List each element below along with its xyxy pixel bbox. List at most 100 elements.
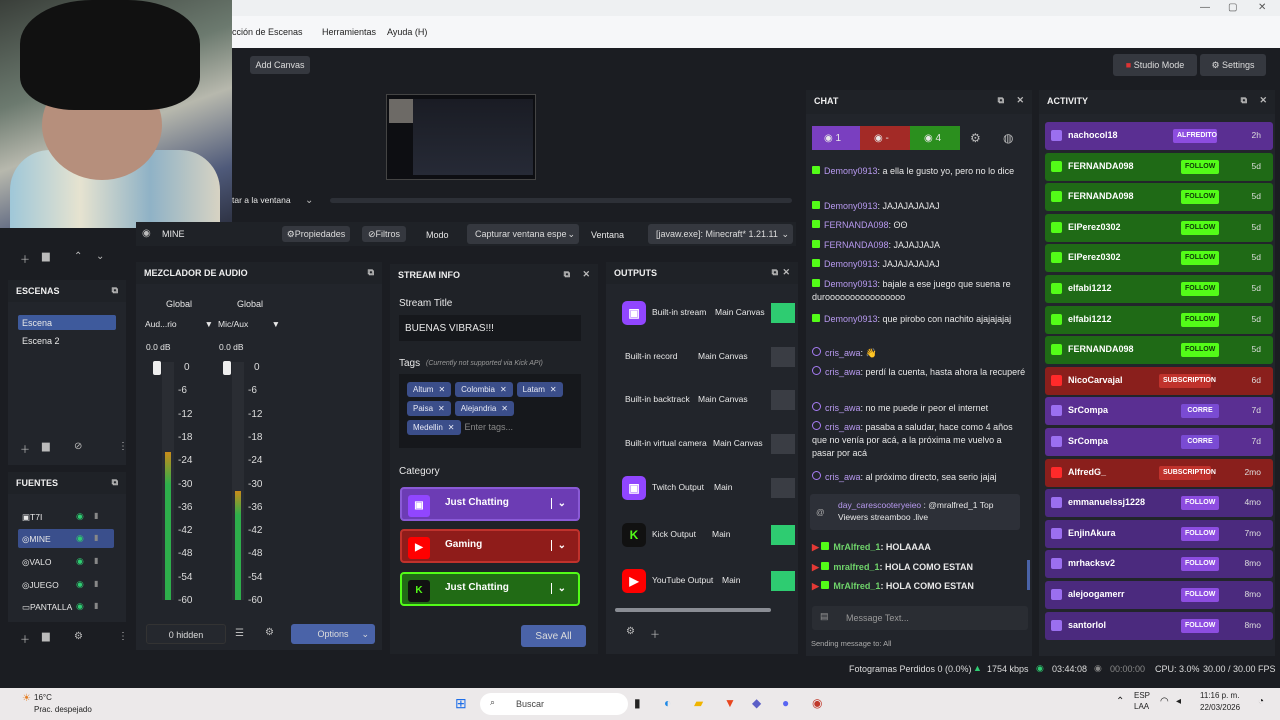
activity-row[interactable]: NicoCarvajal SUBSCRIPTION 6d (1045, 366, 1273, 395)
close-icon[interactable]: ✕ (438, 385, 445, 394)
add-icon[interactable]: ＋ (650, 626, 660, 641)
brave-icon[interactable]: ▼ (724, 696, 736, 710)
list-icon[interactable]: ☰ (235, 628, 244, 639)
activity-row[interactable]: nachocol18 ALFREDITO 2h (1045, 122, 1273, 150)
trash-icon[interactable]: ▆ (42, 251, 50, 262)
volume-slider-handle[interactable] (153, 361, 161, 375)
chat-message-input[interactable]: ▤ Message Text... (812, 606, 1028, 630)
trash-icon[interactable]: ▆ (42, 631, 50, 642)
tags-input[interactable]: Altum ✕ Colombia ✕ Latam ✕ Paisa ✕ Alejandria ✕ … (399, 374, 581, 448)
close-button[interactable]: ✕ (1258, 2, 1266, 13)
output-toggle[interactable] (771, 347, 795, 367)
activity-row[interactable]: SrCompa CORRE 7d (1045, 397, 1273, 426)
discord-icon[interactable]: ● (782, 696, 789, 710)
scene-item[interactable]: Escena (18, 315, 116, 330)
chat-scrollbar[interactable] (1027, 560, 1030, 590)
twitch-category-select[interactable]: ▣ Just Chatting ⌄ (400, 487, 580, 521)
output-row[interactable]: ▣ Built-in stream Main Canvas (620, 293, 795, 333)
teams-icon[interactable]: ◆ (752, 696, 761, 710)
activity-row[interactable]: mrhacksv2 FOLLOW 8mo (1045, 550, 1273, 579)
output-toggle[interactable] (771, 434, 795, 454)
activity-row[interactable]: alejoogamerr FOLLOW 8mo (1045, 581, 1273, 609)
output-row[interactable]: Built-in backtrack Main Canvas (620, 380, 795, 420)
kick-category-select[interactable]: K Just Chatting ⌄ (400, 572, 580, 606)
close-icon[interactable]: ✕ (1016, 95, 1024, 106)
close-icon[interactable]: ✕ (438, 404, 445, 413)
trash-icon[interactable]: ▆ (42, 441, 50, 452)
output-toggle[interactable] (771, 525, 795, 545)
output-toggle[interactable] (771, 390, 795, 410)
chat-user[interactable]: cris_awa (825, 348, 861, 358)
activity-row[interactable]: FERNANDA098 FOLLOW 5d (1045, 183, 1273, 212)
source-item[interactable]: ▣T7I ◉ ▮ (18, 507, 114, 526)
add-icon[interactable]: ＋ (20, 251, 30, 266)
chat-user[interactable]: MrAlfred_1 (833, 542, 880, 552)
popout-icon[interactable]: ⧉ (112, 477, 118, 488)
more-icon[interactable]: ⋮ (118, 441, 128, 452)
tag-chip[interactable]: Colombia ✕ (455, 382, 513, 397)
activity-row[interactable]: FERNANDA098 FOLLOW 5d (1045, 152, 1273, 181)
mode-select[interactable]: Capturar ventana espe ⌄ (467, 224, 579, 244)
output-toggle[interactable] (771, 478, 795, 498)
chat-user[interactable]: cris_awa (825, 422, 861, 432)
output-row[interactable]: K Kick Output Main (620, 515, 795, 555)
tag-chip[interactable]: Alejandria ✕ (454, 401, 514, 416)
eye-icon[interactable]: ◉ (76, 556, 84, 567)
chat-user[interactable]: MrAlfred_1 (833, 581, 880, 591)
close-icon[interactable]: ✕ (448, 423, 455, 432)
chat-user[interactable]: Demony0913 (824, 166, 878, 176)
lock-icon[interactable]: ▮ (94, 533, 98, 542)
chat-user[interactable]: Demony0913 (824, 314, 878, 324)
filter-icon[interactable]: ⊘ (74, 441, 82, 452)
eye-icon[interactable]: ◉ (76, 601, 84, 612)
activity-row[interactable]: FERNANDA098 FOLLOW 5d (1045, 336, 1273, 365)
output-toggle[interactable] (771, 571, 795, 591)
add-icon[interactable]: ＋ (20, 631, 30, 646)
window-select[interactable]: [javaw.exe]: Minecraft* 1.21.11 ⌄ (648, 224, 793, 244)
compass-icon[interactable]: ◍ (1003, 131, 1013, 145)
weather-icon[interactable]: ☀ (22, 693, 31, 704)
chevron-up-icon[interactable]: ⌃ (74, 251, 82, 262)
save-all-button[interactable]: Save All (521, 625, 586, 647)
chevron-up-icon[interactable]: ⌃ (1116, 696, 1124, 707)
activity-row[interactable]: elfabi1212 FOLLOW 5d (1045, 275, 1273, 303)
lock-icon[interactable]: ▮ (94, 556, 98, 565)
tag-chip[interactable]: Altum ✕ (407, 382, 452, 397)
lock-icon[interactable]: ▮ (94, 601, 98, 610)
scene-item[interactable]: Escena 2 (22, 336, 60, 346)
output-row[interactable]: ▣ Twitch Output Main (620, 468, 795, 508)
lock-icon[interactable]: ▮ (94, 579, 98, 588)
output-row[interactable]: Built-in record Main Canvas (620, 337, 795, 377)
popout-icon[interactable]: ⧉ (564, 269, 570, 280)
audio-device-select[interactable]: Aud...rio ▼ (145, 319, 215, 333)
task-view-icon[interactable]: ▮ (634, 696, 641, 710)
add-icon[interactable]: ＋ (20, 441, 30, 456)
speaker-icon[interactable]: ◂ (1176, 696, 1181, 707)
chat-user[interactable]: FERNANDA098 (824, 220, 889, 230)
popout-icon[interactable]: ⧉ (998, 95, 1004, 106)
popout-icon[interactable]: ⧉ (368, 267, 374, 278)
activity-row[interactable]: EnjinAkura FOLLOW 7mo (1045, 519, 1273, 548)
properties-button[interactable]: ⚙Propiedades (282, 226, 350, 242)
language-1[interactable]: ESP (1134, 691, 1150, 700)
activity-row[interactable]: AlfredG_ SUBSCRIPTION 2mo (1045, 458, 1273, 487)
add-canvas-button[interactable]: Add Canvas (250, 56, 310, 74)
menu-scene-collection[interactable]: cción de Escenas (232, 27, 303, 37)
youtube-category-select[interactable]: ▶ Gaming ⌄ (400, 529, 580, 563)
gear-icon[interactable]: ⚙ (74, 631, 83, 642)
chevron-down-icon[interactable]: ⌄ (96, 251, 104, 262)
canvas-preview[interactable] (386, 94, 536, 180)
menu-help[interactable]: Ayuda (H) (387, 27, 427, 37)
chat-user[interactable]: cris_awa (825, 367, 861, 377)
outputs-scrollbar[interactable] (615, 608, 771, 612)
popout-icon[interactable]: ⧉ (112, 285, 118, 296)
maximize-button[interactable]: ▢ (1228, 2, 1237, 13)
hidden-count[interactable]: 0 hidden (146, 624, 226, 644)
chat-user[interactable]: FERNANDA098 (824, 240, 889, 250)
chat-user[interactable]: Demony0913 (824, 201, 878, 211)
filters-button[interactable]: ⊘Filtros (362, 226, 406, 242)
close-icon[interactable]: ✕ (501, 404, 508, 413)
edge-icon[interactable]: ◐ (664, 696, 671, 710)
notification-icon[interactable]: ◔ (1258, 696, 1264, 707)
tag-chip[interactable]: Paisa ✕ (407, 401, 451, 416)
